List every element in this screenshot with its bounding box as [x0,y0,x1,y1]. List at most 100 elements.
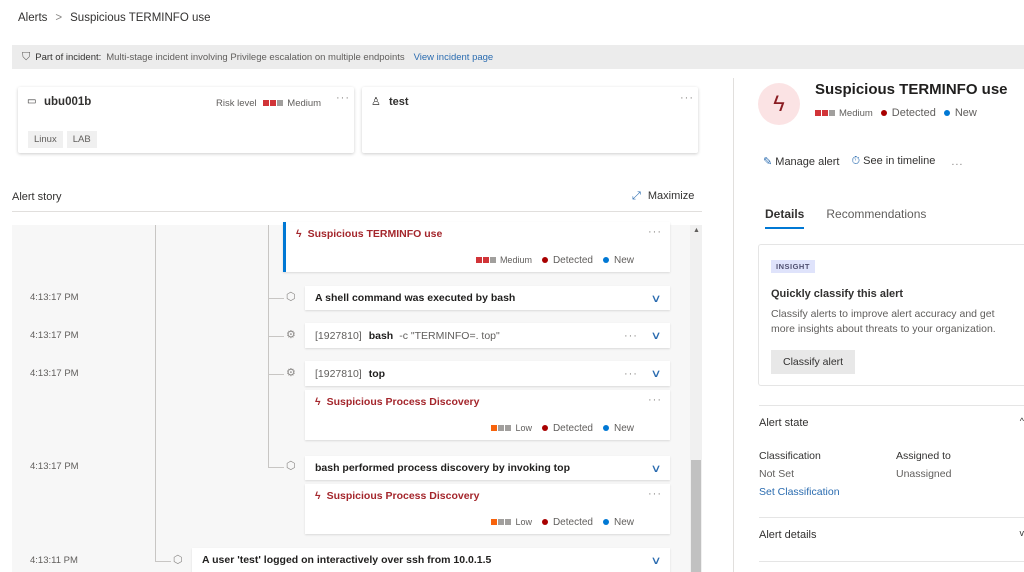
alert-state-title[interactable]: Alert state [759,417,809,429]
detection-status: Detected [552,255,593,266]
connector [268,374,284,375]
chevron-down-icon[interactable]: ∨ [650,554,661,567]
event-row[interactable]: A user 'test' logged on interactively ov… [192,548,670,572]
event-text: A shell command was executed by bash [315,292,516,304]
chevron-down-icon[interactable]: v [1020,528,1024,538]
event-text: bash performed process discovery by invo… [315,462,570,474]
process-row[interactable]: [1927810] bash -c "TERMINFO=. top" ··· ∨ [305,323,670,348]
connector [268,467,284,468]
laptop-icon: ▭ [27,96,37,107]
severity: Low [515,423,532,433]
timeline-label: See in timeline [863,155,936,167]
classify-alert-button[interactable]: Classify alert [771,350,856,374]
risk-value: Medium [287,98,322,109]
manage-alert-button[interactable]: ✎ Manage alert [763,155,840,168]
device-card[interactable]: ▭ ubu001b Risk level Medium ··· Linux LAB [18,87,354,153]
banner-label: Part of incident: [35,51,102,63]
event-time: 4:13:17 PM [30,368,79,379]
maximize-label: Maximize [647,190,695,202]
user-name[interactable]: test [389,96,409,108]
assigned-label: Assigned to [896,450,951,462]
chevron-right-icon: > [55,12,63,24]
detection-status: Detected [891,107,936,119]
severity: Medium [839,108,873,119]
set-classification-link[interactable]: Set Classification [759,486,840,498]
scroll-up-icon[interactable]: ▲ [693,227,700,234]
severity-medium-icon [263,100,284,107]
user-card[interactable]: ♙ test ··· [362,87,698,153]
view-incident-link[interactable]: View incident page [414,52,494,63]
incident-banner: ⛉ Part of incident: Multi-stage incident… [12,45,1024,69]
process-args: -c "TERMINFO=. top" [399,329,500,342]
maximize-button[interactable]: ⤢ Maximize [632,190,694,203]
breadcrumb: Alerts > Suspicious TERMINFO use [18,12,211,24]
detected-dot-icon [541,519,548,526]
more-icon[interactable]: ··· [648,394,662,406]
pencil-icon: ✎ [763,156,773,168]
alert-status: New [954,107,977,119]
alert-state-section: Alert state ^ Classification Not Set Set… [759,405,1024,517]
tab-details[interactable]: Details [765,207,805,229]
connector [268,298,284,299]
severity-low-icon [491,519,512,526]
chevron-down-icon[interactable]: ∨ [650,462,661,475]
lightning-icon: ϟ [315,396,321,408]
chevron-down-icon[interactable]: ∨ [650,367,661,380]
more-icon[interactable]: ··· [336,92,350,104]
detection-status: Detected [552,423,593,434]
panel-tabs: Details Recommendations [765,207,926,229]
lightning-icon: ϟ [296,228,302,240]
alert-card[interactable]: ϟ Suspicious Process Discovery ··· Low Det… [305,484,670,534]
manage-alert-label: Manage alert [775,156,840,168]
event-time: 4:13:17 PM [30,330,79,341]
insight-title: Quickly classify this alert [771,288,904,300]
scrollbar-thumb[interactable] [691,460,701,572]
more-icon[interactable]: ··· [624,368,638,380]
breadcrumb-alerts[interactable]: Alerts [18,12,47,24]
alert-meta: Low Detected New [491,517,634,528]
detected-dot-icon [541,257,548,264]
more-icon[interactable]: ··· [680,92,694,104]
event-row[interactable]: A shell command was executed by bash ∨ [305,286,670,310]
scrollbar[interactable]: ▲ [690,225,702,572]
insight-text: Classify alerts to improve alert accurac… [771,308,996,335]
alert-card[interactable]: ϟ Suspicious TERMINFO use ··· Medium Detec… [283,222,670,272]
alert-title[interactable]: Suspicious TERMINFO use [308,228,443,240]
divider [12,211,702,212]
alert-details-title[interactable]: Alert details [759,529,816,541]
event-node-icon: ⬡ [173,554,183,566]
event-text: A user 'test' logged on interactively ov… [202,554,492,566]
chevron-down-icon[interactable]: ∨ [650,329,661,342]
alert-status: New [613,255,634,266]
process-id: [1927810] [315,329,362,342]
alert-title[interactable]: Suspicious Process Discovery [327,490,480,502]
more-icon[interactable]: ··· [648,488,662,500]
detection-status: Detected [552,517,593,528]
more-icon[interactable]: ··· [648,226,662,238]
alert-details-section: Alert details v [759,517,1024,562]
event-row[interactable]: bash performed process discovery by invo… [305,456,670,480]
alert-title[interactable]: Suspicious Process Discovery [327,396,480,408]
device-name[interactable]: ubu001b [44,96,91,108]
event-node-icon: ⬡ [286,291,296,303]
alert-card[interactable]: ϟ Suspicious Process Discovery ··· Low Det… [305,390,670,440]
breadcrumb-current: Suspicious TERMINFO use [70,12,211,24]
insight-card: INSIGHT Quickly classify this alert Clas… [759,245,1024,385]
chevron-up-icon[interactable]: ^ [1020,416,1024,426]
panel-title: Suspicious TERMINFO use [815,81,1008,98]
new-dot-icon [602,425,609,432]
panel-divider [733,78,734,572]
chevron-down-icon[interactable]: ∨ [650,292,661,305]
connector [268,336,284,337]
process-row[interactable]: [1927810] top ··· ∨ [305,361,670,386]
see-in-timeline-button[interactable]: ⏱ See in timeline [852,155,936,168]
classification-label: Classification [759,450,821,462]
new-dot-icon [602,257,609,264]
process-id: [1927810] [315,367,362,380]
detected-dot-icon [880,110,887,117]
more-actions-button[interactable]: ... [951,156,963,168]
assigned-value: Unassigned [896,468,952,480]
tag: LAB [66,131,97,148]
more-icon[interactable]: ··· [624,330,638,342]
tab-recommendations[interactable]: Recommendations [826,207,926,229]
